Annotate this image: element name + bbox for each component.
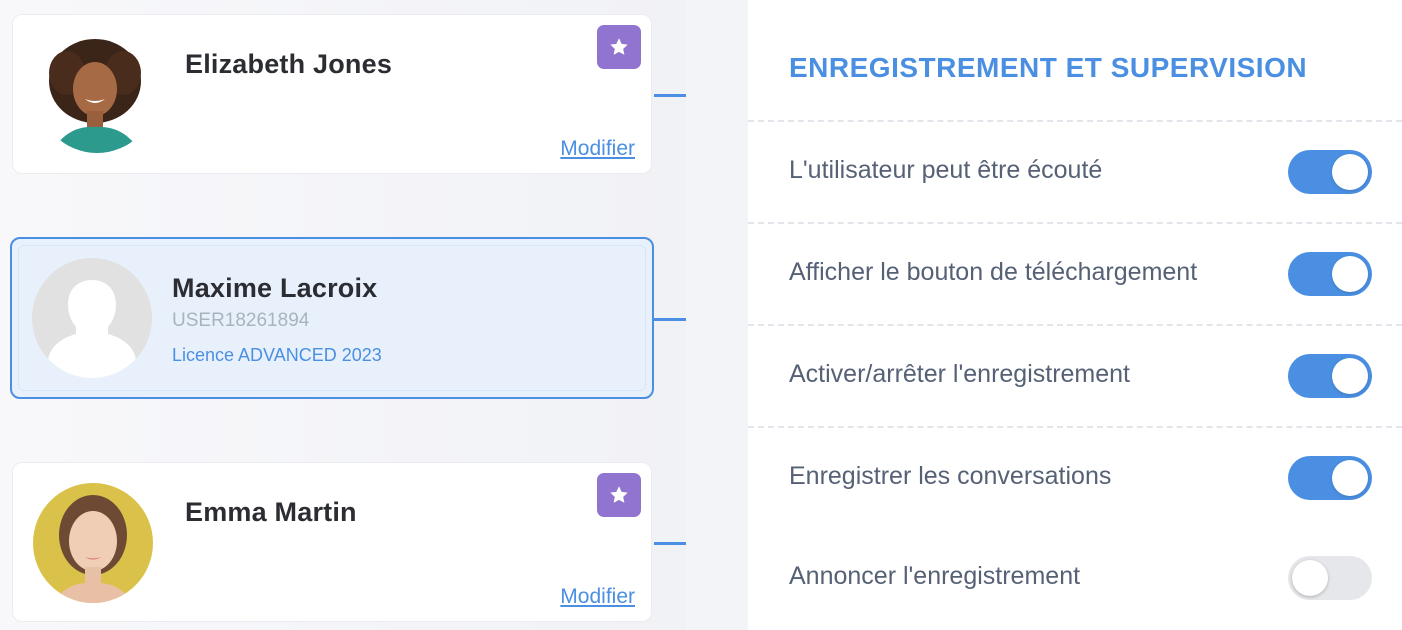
edit-link[interactable]: Modifier	[560, 137, 635, 161]
user-name: Maxime Lacroix	[172, 273, 378, 303]
toggle-switch[interactable]	[1288, 252, 1372, 296]
star-icon	[610, 486, 628, 503]
star-icon	[610, 38, 628, 55]
toggle-switch[interactable]	[1288, 456, 1372, 500]
toggle-knob	[1332, 256, 1368, 292]
setting-row-announce-recording: Annoncer l'enregistrement	[748, 528, 1402, 630]
pane-gutter	[686, 0, 748, 630]
settings-panel: ENREGISTREMENT ET SUPERVISION L'utilisat…	[748, 0, 1402, 630]
toggle-switch[interactable]	[1288, 354, 1372, 398]
toggle-switch[interactable]	[1288, 150, 1372, 194]
user-name: Elizabeth Jones	[185, 49, 393, 79]
avatar-placeholder	[32, 258, 152, 378]
avatar	[37, 33, 157, 153]
setting-row-listen: L'utilisateur peut être écouté	[748, 120, 1402, 222]
user-card-emma-martin[interactable]: Emma Martin Modifier	[12, 462, 652, 622]
toggle-switch[interactable]	[1288, 556, 1372, 600]
setting-label: L'utilisateur peut être écouté	[789, 156, 1103, 184]
setting-label: Afficher le bouton de téléchargement	[789, 258, 1198, 286]
toggle-knob	[1332, 460, 1368, 496]
setting-row-record-conversations: Enregistrer les conversations	[748, 426, 1402, 528]
favorite-badge[interactable]	[597, 473, 641, 517]
section-title: ENREGISTREMENT ET SUPERVISION	[789, 52, 1308, 83]
card-connector	[654, 318, 686, 321]
setting-label: Activer/arrêter l'enregistrement	[789, 360, 1131, 388]
toggle-knob	[1332, 154, 1368, 190]
card-connector	[654, 94, 686, 97]
licence-label: Licence ADVANCED 2023	[172, 345, 382, 365]
toggle-knob	[1292, 560, 1328, 596]
setting-row-download-button: Afficher le bouton de téléchargement	[748, 222, 1402, 324]
favorite-badge[interactable]	[597, 25, 641, 69]
toggle-knob	[1332, 358, 1368, 394]
card-connector	[654, 542, 686, 545]
user-card-elizabeth-jones[interactable]: Elizabeth Jones Modifier	[12, 14, 652, 174]
avatar	[33, 483, 153, 603]
edit-link[interactable]: Modifier	[560, 585, 635, 609]
user-name: Emma Martin	[185, 497, 357, 527]
user-id: USER18261894	[172, 310, 310, 331]
setting-row-start-stop-recording: Activer/arrêter l'enregistrement	[748, 324, 1402, 426]
user-card-maxime-lacroix[interactable]: Maxime Lacroix USER18261894 Licence ADVA…	[10, 237, 654, 399]
setting-label: Enregistrer les conversations	[789, 462, 1112, 490]
setting-label: Annoncer l'enregistrement	[789, 562, 1081, 590]
